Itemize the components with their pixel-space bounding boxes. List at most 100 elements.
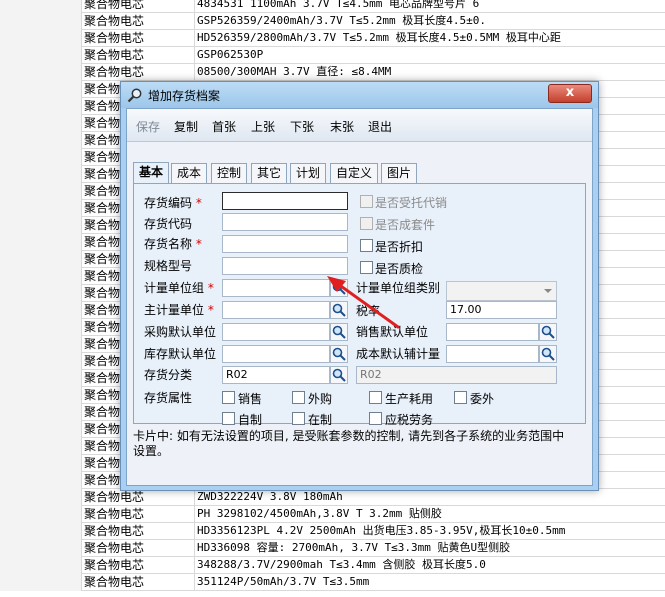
sheet-row-header [0,319,82,336]
tab-basic[interactable]: 基本 [133,162,170,183]
sheet-cell-category[interactable]: 聚合物电芯 [82,574,195,591]
sheet-row[interactable]: 聚合物电芯 GSP062530P [0,47,665,64]
sheet-cell-category[interactable]: 聚合物电芯 [82,0,195,13]
sheet-row[interactable]: 聚合物电芯 351124P/50mAh/3.7V T≤3.5mm [0,574,665,591]
inspect-checkbox[interactable] [360,261,373,274]
tab-other[interactable]: 其它 [251,163,288,183]
discount-checkbox[interactable] [360,239,373,252]
sheet-row-header [0,115,82,132]
consign-checkbox[interactable] [360,195,373,208]
sheet-row[interactable]: 聚合物电芯 HD526359/2800mAh/3.7V T≤5.2mm 极耳长度4… [0,30,665,47]
dialog-titlebar[interactable]: 增加存货档案 x [121,82,598,108]
sheet-row[interactable]: 聚合物电芯 ZWD322224V 3.8V 180mAh [0,489,665,506]
sheet-cell-category[interactable]: 聚合物电芯 [82,64,195,81]
cost-unit-input[interactable] [446,345,539,363]
sheet-cell-spec[interactable]: 08500/300MAH 3.7V 直径: ≤8.4MM [195,64,665,81]
attr-production-checkbox[interactable] [369,391,382,404]
sheet-cell-spec[interactable]: 348288/3.7V/2900mah T≤3.4mm 含侧胶 极耳长度5.0 [195,557,665,574]
sheet-row-header [0,98,82,115]
sheet-cell-category[interactable]: 聚合物电芯 [82,30,195,47]
cost-unit-lookup[interactable] [539,345,557,363]
sheet-row[interactable]: 聚合物电芯 PH 3298102/4500mAh,3.8V T 3.2mm 贴侧胶 [0,506,665,523]
sheet-cell-spec[interactable]: HD3356123PL 4.2V 2500mAh 出货电压3.85-3.95V,… [195,523,665,540]
first-button[interactable]: 首张 [212,118,236,135]
sheet-row[interactable]: 聚合物电芯 348288/3.7V/2900mah T≤3.4mm 含侧胶 极耳长… [0,557,665,574]
unit-group-type-select[interactable] [446,281,557,301]
save-button[interactable]: 保存 [136,118,160,135]
close-button[interactable]: x [548,84,592,103]
sheet-row-header [0,183,82,200]
sheet-row[interactable]: 聚合物电芯 HD3356123PL 4.2V 2500mAh 出货电压3.85-3… [0,523,665,540]
prev-button[interactable]: 上张 [251,118,275,135]
attr-sales-checkbox[interactable] [222,391,235,404]
search-icon [332,368,346,382]
copy-button[interactable]: 复制 [174,118,198,135]
stock-unit-lookup[interactable] [330,345,348,363]
sheet-row-header [0,353,82,370]
sheet-cell-spec[interactable]: GSP526359/2400mAh/3.7V T≤5.2mm 极耳长度4.5±0… [195,13,665,30]
tab-plan[interactable]: 计划 [290,163,327,183]
sheet-cell-spec[interactable]: 4834531 1100mAh 3.7V T≤4.5mm 电芯品牌型号片 6 [195,0,665,13]
consign-label: 是否受托代销 [375,196,448,210]
attr-purchase-checkbox[interactable] [292,391,305,404]
attr-label: 存货属性 [144,391,193,405]
add-inventory-dialog: 增加存货档案 x 保存 复制 首张 上张 下张 末张 退出 基本 成本 控制 其… [120,81,599,491]
sheet-cell-spec[interactable]: PH 3298102/4500mAh,3.8V T 3.2mm 贴侧胶 [195,506,665,523]
stock-unit-input[interactable] [222,345,330,363]
alias-input[interactable] [222,213,348,231]
kit-label: 是否成套件 [375,218,436,232]
sheet-cell-spec[interactable]: ZWD322224V 3.8V 180mAh [195,489,665,506]
search-icon [332,303,346,317]
tab-custom[interactable]: 自定义 [330,163,379,183]
tab-control[interactable]: 控制 [211,163,248,183]
sheet-cell-spec[interactable]: HD526359/2800mAh/3.7V T≤5.2mm 极耳长度4.5±0.… [195,30,665,47]
attr-taxable-service-checkbox[interactable] [369,412,382,425]
tab-image[interactable]: 图片 [381,163,418,183]
sheet-row-header [0,574,82,591]
sales-unit-lookup[interactable] [539,323,557,341]
tax-input[interactable]: 17.00 [446,301,557,319]
spec-input[interactable] [222,257,348,275]
unit-group-input[interactable] [222,279,330,297]
purchase-unit-input[interactable] [222,323,330,341]
sheet-cell-category[interactable]: 聚合物电芯 [82,523,195,540]
sheet-cell-category[interactable]: 聚合物电芯 [82,13,195,30]
attr-outsource-checkbox[interactable] [454,391,467,404]
tab-cost[interactable]: 成本 [171,163,208,183]
attr-taxable-service-label: 应税劳务 [385,413,434,427]
name-input[interactable] [222,235,348,253]
next-button[interactable]: 下张 [290,118,314,135]
kit-checkbox[interactable] [360,217,373,230]
exit-button[interactable]: 退出 [368,118,392,135]
sheet-row-header [0,370,82,387]
code-input[interactable] [222,192,348,210]
sheet-row[interactable]: 聚合物电芯 4834531 1100mAh 3.7V T≤4.5mm 电芯品牌型号… [0,0,665,13]
attr-wip-checkbox[interactable] [292,412,305,425]
sheet-cell-spec[interactable]: GSP062530P [195,47,665,64]
last-button[interactable]: 末张 [330,118,354,135]
sheet-cell-category[interactable]: 聚合物电芯 [82,540,195,557]
main-unit-input[interactable] [222,301,330,319]
main-unit-lookup[interactable] [330,301,348,319]
purchase-unit-lookup[interactable] [330,323,348,341]
sheet-row[interactable]: 聚合物电芯 GSP526359/2400mAh/3.7V T≤5.2mm 极耳长度… [0,13,665,30]
sheet-row-header [0,251,82,268]
sheet-cell-category[interactable]: 聚合物电芯 [82,557,195,574]
sheet-cell-spec[interactable]: HD336098 容量: 2700mAh, 3.7V T≤3.3mm 贴黄色U型… [195,540,665,557]
sales-unit-input[interactable] [446,323,539,341]
sheet-row[interactable]: 聚合物电芯 08500/300MAH 3.7V 直径: ≤8.4MM [0,64,665,81]
attr-selfmade-checkbox[interactable] [222,412,235,425]
sheet-row-header [0,421,82,438]
sheet-cell-category[interactable]: 聚合物电芯 [82,489,195,506]
sheet-row-header [0,557,82,574]
category-input[interactable]: R02 [222,366,330,384]
sheet-cell-category[interactable]: 聚合物电芯 [82,47,195,64]
tax-label: 税率 [356,304,381,318]
chevron-down-icon [544,289,552,293]
sheet-row[interactable]: 聚合物电芯 HD336098 容量: 2700mAh, 3.7V T≤3.3mm … [0,540,665,557]
discount-label: 是否折扣 [375,240,424,254]
category-lookup[interactable] [330,366,348,384]
sheet-cell-spec[interactable]: 351124P/50mAh/3.7V T≤3.5mm [195,574,665,591]
sheet-cell-category[interactable]: 聚合物电芯 [82,506,195,523]
unit-group-lookup[interactable] [330,279,348,297]
